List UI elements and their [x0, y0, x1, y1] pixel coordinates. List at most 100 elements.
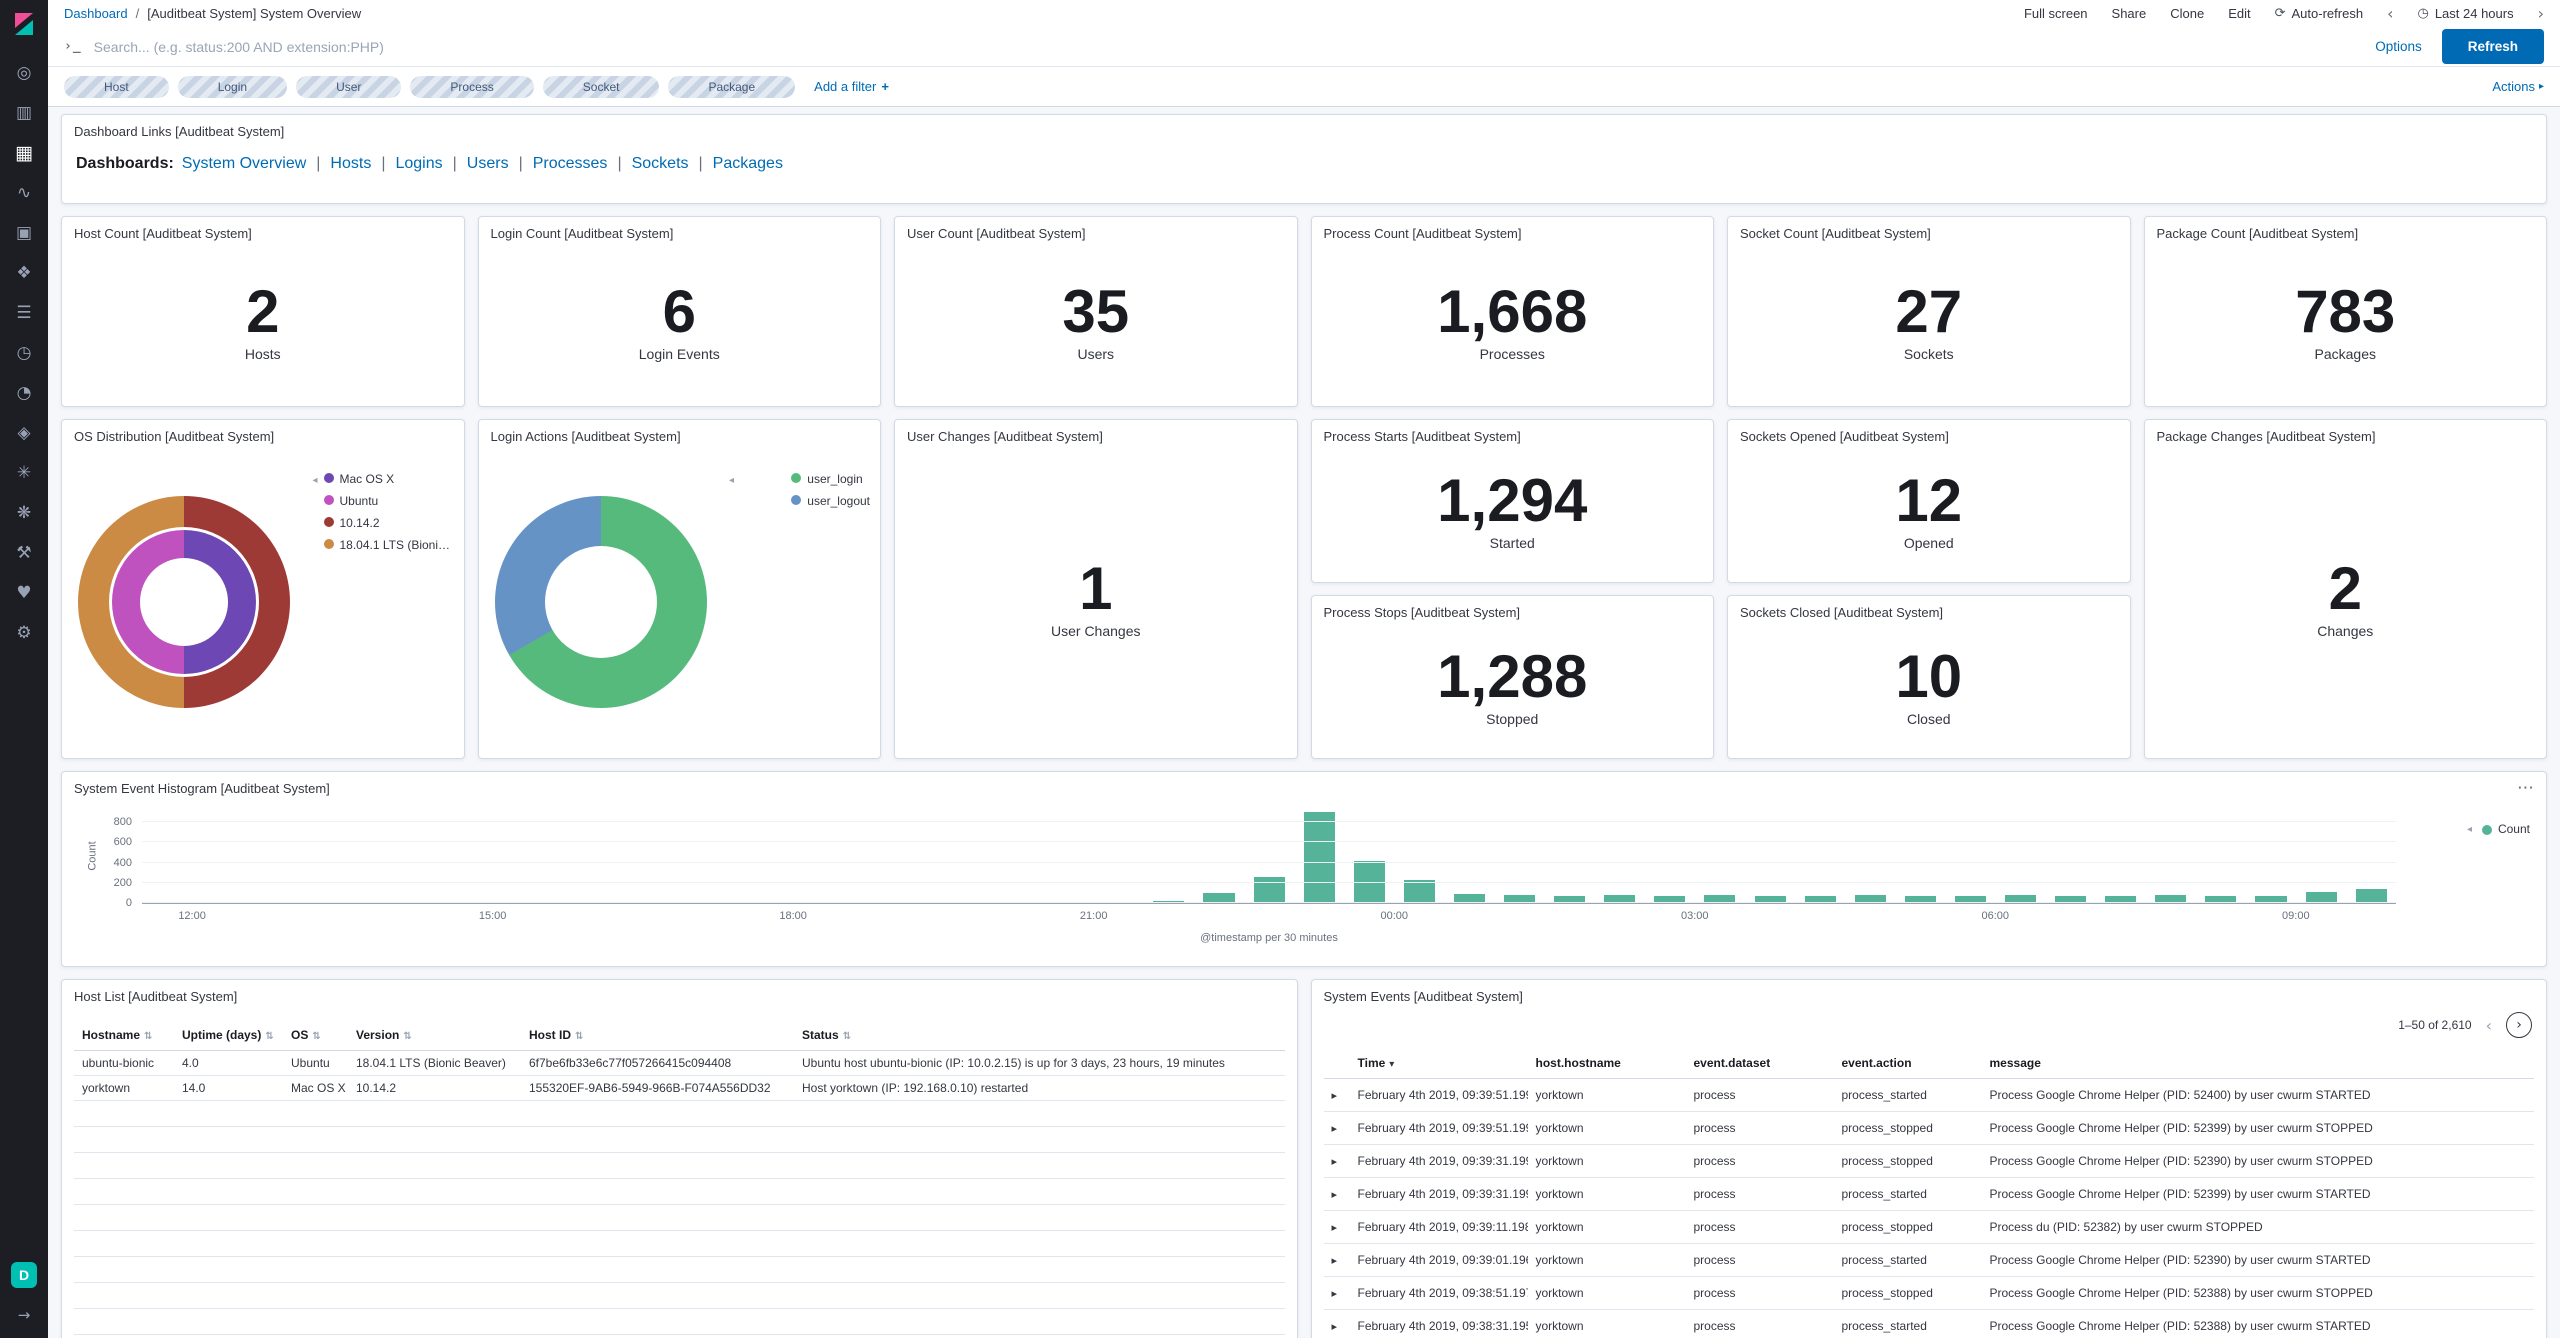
legend-item-mac-os-x[interactable]: Mac OS X	[324, 472, 454, 486]
legend-toggle-icon[interactable]: ◂	[312, 475, 317, 486]
histogram-bar[interactable]	[192, 812, 242, 903]
add-filter-button[interactable]: Add a filter +	[814, 79, 889, 94]
histogram-bar[interactable]	[543, 812, 593, 903]
column-header-status[interactable]: Status⇅	[794, 1020, 1285, 1051]
histogram-bar[interactable]	[2146, 812, 2196, 903]
breadcrumb-dashboard-link[interactable]: Dashboard	[64, 6, 128, 21]
collapse-nav-icon[interactable]: →	[18, 1306, 31, 1324]
top-menu-full-screen[interactable]: Full screen	[2024, 6, 2088, 21]
column-header-time[interactable]: Time▾	[1350, 1048, 1528, 1079]
top-menu-share[interactable]: Share	[2112, 6, 2147, 21]
legend-toggle-icon[interactable]: ◂	[729, 475, 734, 486]
time-forward-icon[interactable]: ›	[2538, 4, 2544, 23]
histogram-bar[interactable]	[1745, 812, 1795, 903]
sidebar-item-infrastructure[interactable]: ❖	[0, 253, 48, 293]
sidebar-item-apm[interactable]: ◷	[0, 333, 48, 373]
dashboard-link-packages[interactable]: Packages	[713, 155, 783, 172]
expand-row-icon[interactable]: ▸	[1332, 1122, 1338, 1135]
time-picker-button[interactable]: ◷ Last 24 hours	[2417, 6, 2513, 21]
filter-pill-host[interactable]: Host	[64, 76, 169, 98]
os-distribution-donut[interactable]	[78, 496, 290, 708]
expand-row-icon[interactable]: ▸	[1332, 1320, 1338, 1333]
histogram-bar[interactable]	[743, 812, 793, 903]
expand-row-icon[interactable]: ▸	[1332, 1287, 1338, 1300]
column-header-hostname[interactable]: Hostname⇅	[74, 1020, 174, 1051]
sidebar-item-dashboard[interactable]: ▦	[0, 133, 48, 173]
histogram-bar[interactable]	[693, 812, 743, 903]
histogram-bar[interactable]	[1795, 812, 1845, 903]
column-header-version[interactable]: Version⇅	[348, 1020, 521, 1051]
column-header-os[interactable]: OS⇅	[283, 1020, 348, 1051]
sidebar-item-visualize[interactable]: ▥	[0, 93, 48, 133]
previous-page-icon[interactable]: ‹	[2486, 1016, 2492, 1035]
column-header-event-dataset[interactable]: event.dataset	[1686, 1048, 1834, 1079]
legend-toggle-icon[interactable]: ◂	[2467, 824, 2472, 835]
top-menu-clone[interactable]: Clone	[2170, 6, 2204, 21]
histogram-bar[interactable]	[1845, 812, 1895, 903]
histogram-bar[interactable]	[1545, 812, 1595, 903]
column-header-event-action[interactable]: event.action	[1834, 1048, 1982, 1079]
histogram-bar[interactable]	[1394, 812, 1444, 903]
dashboard-link-processes[interactable]: Processes	[533, 155, 608, 172]
histogram-bar[interactable]	[1895, 812, 1945, 903]
expand-row-icon[interactable]: ▸	[1332, 1188, 1338, 1201]
sidebar-item-graph[interactable]: ❋	[0, 493, 48, 533]
histogram-bar[interactable]	[342, 812, 392, 903]
legend-item-user-login[interactable]: user_login	[791, 472, 870, 486]
filter-pill-process[interactable]: Process	[410, 76, 533, 98]
filter-pill-socket[interactable]: Socket	[543, 76, 660, 98]
histogram-bar[interactable]	[2046, 812, 2096, 903]
histogram-bar[interactable]	[493, 812, 543, 903]
sidebar-item-monitoring[interactable]: ♥	[0, 573, 48, 613]
histogram-bar[interactable]	[994, 812, 1044, 903]
sidebar-item-discover[interactable]: ◎	[0, 53, 48, 93]
column-header-message[interactable]: message	[1982, 1048, 2535, 1079]
histogram-bar[interactable]	[1294, 812, 1344, 903]
legend-item-18-04-1-lts-bionic-b[interactable]: 18.04.1 LTS (Bionic B...	[324, 538, 454, 552]
histogram-bar[interactable]	[1194, 812, 1244, 903]
histogram-bar[interactable]	[793, 812, 843, 903]
dashboard-link-users[interactable]: Users	[467, 155, 509, 172]
histogram-bar[interactable]	[1495, 812, 1545, 903]
expand-row-icon[interactable]: ▸	[1332, 1155, 1338, 1168]
auto-refresh-button[interactable]: ⟳ Auto-refresh	[2275, 6, 2363, 21]
histogram-bar[interactable]	[1244, 812, 1294, 903]
histogram-bar[interactable]	[1094, 812, 1144, 903]
histogram-bar[interactable]	[1645, 812, 1695, 903]
sidebar-item-maps[interactable]: ◈	[0, 413, 48, 453]
histogram-bar[interactable]	[1044, 812, 1094, 903]
histogram-bar[interactable]	[593, 812, 643, 903]
expand-row-icon[interactable]: ▸	[1332, 1089, 1338, 1102]
options-link[interactable]: Options	[2375, 39, 2422, 54]
histogram-legend[interactable]: ◂ Count	[2467, 822, 2530, 836]
histogram-bar[interactable]	[1144, 812, 1194, 903]
sidebar-item-logs[interactable]: ☰	[0, 293, 48, 333]
dashboard-link-hosts[interactable]: Hosts	[330, 155, 371, 172]
histogram-bar[interactable]	[1595, 812, 1645, 903]
histogram-bar[interactable]	[2096, 812, 2146, 903]
sidebar-item-canvas[interactable]: ▣	[0, 213, 48, 253]
refresh-button[interactable]: Refresh	[2442, 29, 2544, 64]
histogram-bar[interactable]	[1344, 812, 1394, 903]
next-page-button[interactable]: ›	[2506, 1012, 2532, 1038]
histogram-bar[interactable]	[292, 812, 342, 903]
dashboard-link-sockets[interactable]: Sockets	[632, 155, 689, 172]
legend-item-ubuntu[interactable]: Ubuntu	[324, 494, 454, 508]
histogram-bar[interactable]	[944, 812, 994, 903]
sidebar-item-management[interactable]: ⚙	[0, 613, 48, 653]
sidebar-item-timelion[interactable]: ∿	[0, 173, 48, 213]
filter-pill-package[interactable]: Package	[668, 76, 795, 98]
filter-pill-user[interactable]: User	[296, 76, 401, 98]
expand-row-icon[interactable]: ▸	[1332, 1254, 1338, 1267]
search-input[interactable]	[94, 39, 2364, 55]
sidebar-item-dev-tools[interactable]: ⚒	[0, 533, 48, 573]
space-avatar[interactable]: D	[11, 1262, 37, 1288]
histogram-bar[interactable]	[2296, 812, 2346, 903]
histogram-bar[interactable]	[893, 812, 943, 903]
legend-item-10-14-2[interactable]: 10.14.2	[324, 516, 454, 530]
login-actions-donut[interactable]	[495, 496, 707, 708]
time-back-icon[interactable]: ‹	[2387, 4, 2393, 23]
expand-row-icon[interactable]: ▸	[1332, 1221, 1338, 1234]
histogram-bar[interactable]	[843, 812, 893, 903]
histogram-bar[interactable]	[443, 812, 493, 903]
